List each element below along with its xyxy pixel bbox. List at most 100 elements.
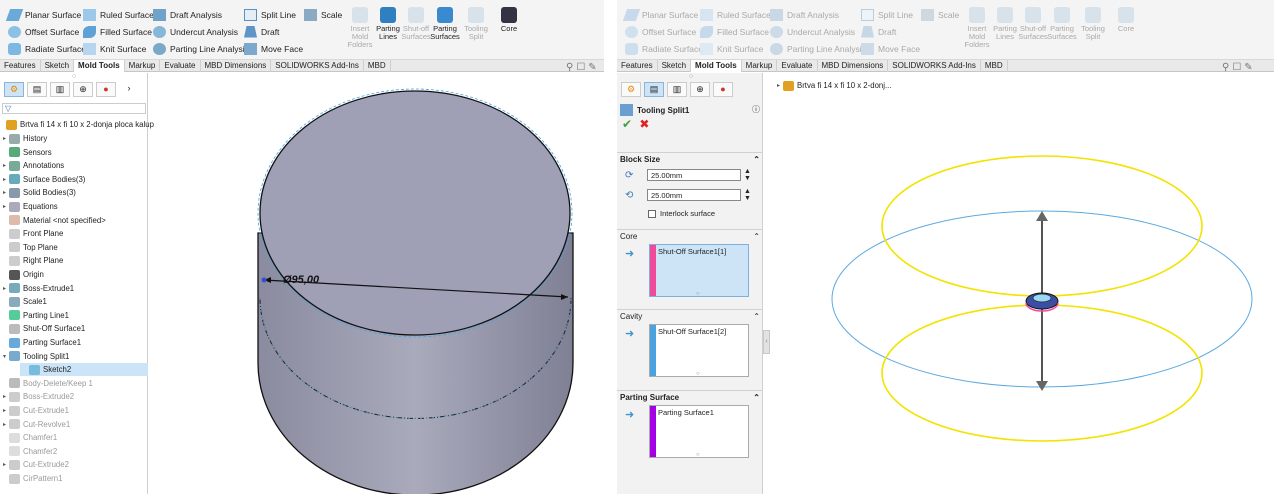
mold-tool-button-3[interactable]: Parting Surfaces	[430, 7, 460, 41]
panel-handle[interactable]: ○	[687, 73, 695, 80]
cylinder-top-face[interactable]	[259, 90, 571, 336]
tree-item-front-plane[interactable]: Front Plane	[0, 227, 63, 240]
tab-solidworks-add-ins[interactable]: SOLIDWORKS Add-Ins	[888, 60, 981, 72]
tree-item-parting-line1[interactable]: Parting Line1	[0, 309, 69, 322]
ok-check-icon[interactable]: ✔	[622, 117, 632, 131]
filter-icon[interactable]: ▽	[2, 103, 146, 114]
tab-evaluate[interactable]: Evaluate	[777, 60, 818, 72]
tab-features[interactable]: Features	[0, 60, 41, 72]
expand-arrow-icon[interactable]: ▸	[0, 135, 9, 142]
graphics-viewport[interactable]: ▸ Brtva fi 14 x fi 10 x 2-donj...	[772, 73, 1274, 494]
tree-item-parting-surface1[interactable]: Parting Surface1	[0, 336, 81, 349]
tab-markup[interactable]: Markup	[125, 60, 161, 72]
cavity-header[interactable]: Cavity ⌃	[617, 310, 763, 323]
tree-item-boss-extrude1[interactable]: ▸ Boss-Extrude1	[0, 282, 74, 295]
tree-item-surface-bodies-3[interactable]: ▸ Surface Bodies(3)	[0, 173, 85, 186]
expand-arrow-icon[interactable]: ▸	[0, 285, 9, 292]
expand-arrow-icon[interactable]: ▾	[0, 353, 9, 360]
tree-item-solid-bodies-3[interactable]: ▸ Solid Bodies(3)	[0, 186, 76, 199]
tooling-split-preview[interactable]	[772, 73, 1274, 494]
tree-item-shut-off-surface1[interactable]: Shut-Off Surface1	[0, 322, 85, 335]
mold-tool-button-3[interactable]: Parting Surfaces	[1047, 7, 1077, 41]
tree-item-cut-revolve1[interactable]: ▸ Cut-Revolve1	[0, 418, 70, 431]
scale-button[interactable]: Scale	[938, 10, 959, 20]
feature-manager-tab-icon[interactable]: ⚙	[621, 82, 641, 97]
move-face-button[interactable]: Move Face	[861, 40, 959, 57]
tab-sketch[interactable]: Sketch	[41, 60, 75, 72]
resize-handle-icon[interactable]: ○	[696, 452, 700, 458]
appearance-tab-icon[interactable]: ●	[713, 82, 733, 97]
tree-item-top-plane[interactable]: Top Plane	[0, 241, 58, 254]
appearance-tab-icon[interactable]: ●	[96, 82, 116, 97]
mold-tool-button-1[interactable]: Parting Lines	[373, 7, 403, 41]
tree-item-equations[interactable]: ▸ Equations	[0, 200, 58, 213]
mold-tool-button-4[interactable]: Tooling Split	[1078, 7, 1108, 41]
expand-arrow-icon[interactable]: ▸	[0, 189, 9, 196]
expand-arrow-icon[interactable]: ▸	[0, 162, 9, 169]
parting-selection-box[interactable]: Parting Surface1 ○	[649, 405, 749, 458]
graphics-viewport[interactable]: Ø95,00	[148, 73, 604, 494]
core-selection-box[interactable]: Shut-Off Surface1[1] ○	[649, 244, 749, 297]
cavity-selection-item[interactable]: Shut-Off Surface1[2]	[650, 325, 748, 338]
expand-arrow-icon[interactable]: ▸	[0, 176, 9, 183]
property-manager-tab-icon[interactable]: ▤	[27, 82, 47, 97]
configuration-manager-tab-icon[interactable]: ▥	[50, 82, 70, 97]
interlock-surface-checkbox[interactable]: Interlock surface	[648, 209, 715, 218]
ruled-surface-button[interactable]: Ruled Surface	[700, 6, 771, 23]
tab-mbd-dimensions[interactable]: MBD Dimensions	[818, 60, 889, 72]
collapse-chevron-icon[interactable]: ⌃	[753, 232, 760, 241]
planar-surface-button[interactable]: Planar Surface	[5, 6, 86, 23]
split-line-button[interactable]: Split Line Scale	[244, 6, 342, 23]
tree-item-tooling-split1[interactable]: ▾ Tooling Split1	[0, 350, 69, 363]
core-selection-item[interactable]: Shut-Off Surface1[1]	[650, 245, 748, 258]
draft-analysis-button[interactable]: Draft Analysis	[153, 6, 249, 23]
tree-item-sensors[interactable]: Sensors	[0, 146, 52, 159]
tab-mold-tools[interactable]: Mold Tools	[74, 60, 125, 72]
collapse-chevron-icon[interactable]: ⌃	[753, 312, 760, 321]
draft-button[interactable]: Draft	[244, 23, 342, 40]
tab-features[interactable]: Features	[617, 60, 658, 72]
undercut-analysis-button[interactable]: Undercut Analysis	[770, 23, 866, 40]
diameter-dimension[interactable]: Ø95,00	[283, 274, 320, 286]
knit-surface-button[interactable]: Knit Surface	[700, 40, 771, 57]
tab-evaluate[interactable]: Evaluate	[160, 60, 201, 72]
tab-mbd[interactable]: MBD	[364, 60, 391, 72]
block-size-header[interactable]: Block Size ⌃	[617, 153, 763, 166]
tab-mbd[interactable]: MBD	[981, 60, 1008, 72]
mold-tool-button-5[interactable]: Core	[494, 7, 524, 33]
dimxpert-tab-icon[interactable]: ⊕	[73, 82, 93, 97]
expand-arrow-icon[interactable]: ▸	[0, 203, 9, 210]
parting-line-analysis-button[interactable]: Parting Line Analysis	[770, 40, 866, 57]
depth1-spinner-icon[interactable]: ▲ ▼	[744, 168, 751, 182]
direction-arrow-down-icon[interactable]	[1036, 381, 1048, 391]
tree-item-material-not-specified[interactable]: Material <not specified>	[0, 214, 106, 227]
mold-tool-button-2[interactable]: Shut-off Surfaces	[401, 7, 431, 41]
tree-part-root[interactable]: Brtva fi 14 x fi 10 x 2-donja ploca kalu…	[6, 118, 154, 131]
sketch-point[interactable]	[261, 277, 267, 283]
radiate-surface-button[interactable]: Radiate Surface	[8, 40, 86, 57]
core-header[interactable]: Core ⌃	[617, 230, 763, 243]
depth2-input[interactable]: 25.00mm	[647, 189, 741, 201]
panel-splitter-handle[interactable]: ‹	[763, 330, 770, 354]
tree-item-right-plane[interactable]: Right Plane	[0, 254, 63, 267]
mold-tool-button-0[interactable]: Insert Mold Folders	[345, 7, 375, 49]
configuration-manager-tab-icon[interactable]: ▥	[667, 82, 687, 97]
ruled-surface-button[interactable]: Ruled Surface	[83, 6, 154, 23]
tab-mold-tools[interactable]: Mold Tools	[691, 60, 742, 72]
draft-analysis-button[interactable]: Draft Analysis	[770, 6, 866, 23]
tree-item-origin[interactable]: Origin	[0, 268, 44, 281]
depth1-input[interactable]: 25.00mm	[647, 169, 741, 181]
tree-item-body-delete-keep-1[interactable]: Body-Delete/Keep 1	[0, 377, 93, 390]
mold-tool-button-2[interactable]: Shut-off Surfaces	[1018, 7, 1048, 41]
help-icon[interactable]: ⓘ	[752, 104, 760, 116]
collapse-chevron-icon[interactable]: ⌃	[753, 155, 760, 164]
filled-surface-button[interactable]: Filled Surface	[83, 23, 154, 40]
resize-handle-icon[interactable]: ○	[696, 371, 700, 377]
knit-surface-button[interactable]: Knit Surface	[83, 40, 154, 57]
mold-tool-button-5[interactable]: Core	[1111, 7, 1141, 33]
mold-tool-button-0[interactable]: Insert Mold Folders	[962, 7, 992, 49]
split-line-button[interactable]: Split Line Scale	[861, 6, 959, 23]
tree-item-scale1[interactable]: Scale1	[0, 295, 47, 308]
tree-item-chamfer1[interactable]: Chamfer1	[0, 431, 57, 444]
tree-item-cut-extrude2[interactable]: ▸ Cut-Extrude2	[0, 458, 69, 471]
